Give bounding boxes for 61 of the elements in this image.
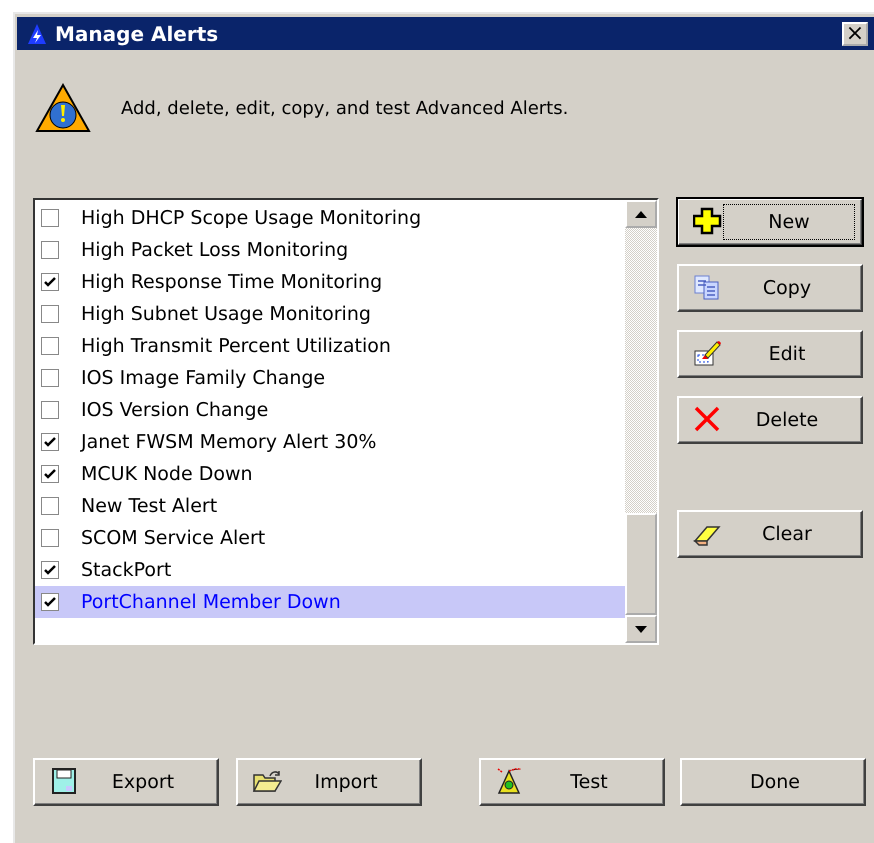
checkbox[interactable] (41, 273, 59, 291)
warning-icon (35, 83, 91, 133)
alert-name: IOS Image Family Change (81, 367, 326, 389)
alert-row[interactable]: IOS Version Change (35, 394, 625, 426)
scroll-thumb[interactable] (625, 513, 657, 615)
alert-row[interactable]: SCOM Service Alert (35, 522, 625, 554)
delete-button[interactable]: Delete (677, 396, 863, 444)
alert-row[interactable]: Janet FWSM Memory Alert 30% (35, 426, 625, 458)
window-title: Manage Alerts (55, 22, 220, 46)
checkbox[interactable] (41, 465, 59, 483)
edit-button[interactable]: Edit (677, 330, 863, 378)
alert-row[interactable]: New Test Alert (35, 490, 625, 522)
alert-name: High DHCP Scope Usage Monitoring (81, 207, 422, 229)
up-arrow-icon (635, 210, 647, 218)
checkbox[interactable] (41, 433, 59, 451)
alert-row[interactable]: StackPort (35, 554, 625, 586)
checkbox[interactable] (41, 593, 59, 611)
alert-row[interactable]: High Subnet Usage Monitoring (35, 298, 625, 330)
alert-row[interactable]: High Packet Loss Monitoring (35, 234, 625, 266)
scrollbar[interactable] (625, 200, 657, 643)
alert-name: High Packet Loss Monitoring (81, 239, 348, 261)
app-icon (27, 22, 47, 44)
checkbox[interactable] (41, 305, 59, 323)
checkbox[interactable] (41, 241, 59, 259)
checkbox[interactable] (41, 401, 59, 419)
alert-row[interactable]: High DHCP Scope Usage Monitoring (35, 202, 625, 234)
alert-name: Janet FWSM Memory Alert 30% (81, 431, 376, 453)
down-arrow-icon (635, 626, 647, 632)
checkbox[interactable] (41, 497, 59, 515)
import-button[interactable]: Import (236, 758, 422, 806)
copy-button[interactable]: Copy (677, 264, 863, 312)
description-text: Add, delete, edit, copy, and test Advanced Alerts. (121, 98, 568, 118)
scroll-up-button[interactable] (625, 200, 657, 228)
checkbox[interactable] (41, 337, 59, 355)
checkbox[interactable] (41, 209, 59, 227)
alert-name: High Subnet Usage Monitoring (81, 303, 371, 325)
close-button[interactable]: × (842, 22, 868, 46)
checkbox[interactable] (41, 561, 59, 579)
test-button[interactable]: Test (479, 758, 665, 806)
alert-name: MCUK Node Down (81, 463, 253, 485)
alert-row[interactable]: IOS Image Family Change (35, 362, 625, 394)
alert-name: New Test Alert (81, 495, 218, 517)
alert-row[interactable]: High Response Time Monitoring (35, 266, 625, 298)
scroll-down-button[interactable] (625, 615, 657, 643)
done-button[interactable]: Done (680, 758, 866, 806)
alert-name: IOS Version Change (81, 399, 268, 421)
checkbox[interactable] (41, 529, 59, 547)
alert-name: PortChannel Member Down (81, 591, 341, 613)
export-button[interactable]: Export (33, 758, 219, 806)
checkbox[interactable] (41, 369, 59, 387)
export-icon (49, 767, 79, 797)
alert-row[interactable]: High Transmit Percent Utilization (35, 330, 625, 362)
new-icon (693, 207, 723, 237)
alert-row[interactable]: PortChannel Member Down (35, 586, 625, 618)
alert-name: StackPort (81, 559, 172, 581)
new-button[interactable]: New (677, 198, 863, 246)
alert-name: High Response Time Monitoring (81, 271, 382, 293)
alert-name: SCOM Service Alert (81, 527, 266, 549)
alert-row[interactable]: MCUK Node Down (35, 458, 625, 490)
alert-name: High Transmit Percent Utilization (81, 335, 391, 357)
clear-button[interactable]: Clear (677, 510, 863, 558)
